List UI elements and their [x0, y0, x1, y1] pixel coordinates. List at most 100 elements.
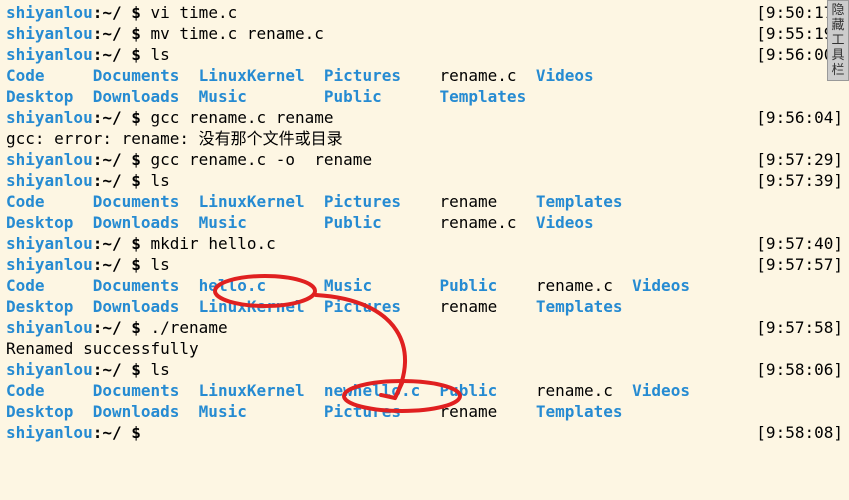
- ls-entry: Music: [199, 87, 324, 106]
- prompt-user: shiyanlou: [6, 360, 93, 379]
- ls-entry: Downloads: [93, 87, 199, 106]
- ls-entry: Videos: [536, 66, 632, 85]
- prompt-user: shiyanlou: [6, 45, 93, 64]
- ls-entry: Pictures: [324, 66, 440, 85]
- ls-entry: Code: [6, 276, 93, 295]
- line-content: shiyanlou:~/ $ vi time.c: [6, 2, 753, 23]
- command-text: mkdir hello.c: [151, 234, 276, 253]
- prompt-path: ~/: [102, 360, 121, 379]
- prompt-dollar: $: [122, 171, 151, 190]
- terminal-line: shiyanlou:~/ $ ls [9:57:57]: [6, 254, 843, 275]
- terminal-line: Renamed successfully: [6, 338, 843, 359]
- ls-entry: Templates: [440, 87, 536, 106]
- ls-entry: Pictures: [324, 402, 440, 421]
- output-text: gcc: error: rename: 没有那个文件或目录: [6, 129, 343, 148]
- terminal-line: Desktop Downloads Music Pictures rename …: [6, 401, 843, 422]
- prompt-path: ~/: [102, 171, 121, 190]
- terminal-line: Code Documents LinuxKernel newhello.c Pu…: [6, 380, 843, 401]
- ls-entry: rename.c: [536, 276, 632, 295]
- line-content: shiyanlou:~/ $ ls: [6, 44, 753, 65]
- command-text: ls: [151, 45, 170, 64]
- terminal-line: shiyanlou:~/ $ ls[9:58:06]: [6, 359, 843, 380]
- prompt-path: ~/: [102, 255, 121, 274]
- hide-toolbar-char-1: 隐: [828, 3, 848, 18]
- prompt-dollar: $: [122, 360, 151, 379]
- prompt-path: ~/: [102, 318, 121, 337]
- ls-entry: Desktop: [6, 402, 93, 421]
- ls-entry: LinuxKernel: [199, 381, 324, 400]
- ls-entry: Documents: [93, 381, 199, 400]
- prompt-user: shiyanlou: [6, 24, 93, 43]
- prompt-dollar: $: [122, 318, 151, 337]
- ls-entry: Templates: [536, 192, 632, 211]
- terminal-line: shiyanlou:~/ $ mv time.c rename.c[9:55:1…: [6, 23, 843, 44]
- command-text: ls: [151, 171, 170, 190]
- terminal-line: Desktop Downloads Music Public Templates: [6, 86, 843, 107]
- terminal-line: Desktop Downloads LinuxKernel Pictures r…: [6, 296, 843, 317]
- prompt-user: shiyanlou: [6, 255, 93, 274]
- line-content: shiyanlou:~/ $ mkdir hello.c: [6, 233, 753, 254]
- command-text: ls: [151, 360, 170, 379]
- terminal-line: Code Documents hello.c Music Public rena…: [6, 275, 843, 296]
- line-content: Code Documents LinuxKernel Pictures rena…: [6, 65, 843, 86]
- prompt-sep: :: [93, 24, 103, 43]
- prompt-sep: :: [93, 360, 103, 379]
- ls-entry: Desktop: [6, 87, 93, 106]
- ls-entry: Public: [440, 381, 536, 400]
- line-content: shiyanlou:~/ $ ls: [6, 359, 753, 380]
- timestamp: [9:57:39]: [753, 170, 843, 191]
- prompt-dollar: $: [122, 255, 151, 274]
- terminal-line: Code Documents LinuxKernel Pictures rena…: [6, 65, 843, 86]
- ls-entry: newhello.c: [324, 381, 440, 400]
- line-content: Desktop Downloads LinuxKernel Pictures r…: [6, 296, 843, 317]
- ls-entry: Downloads: [93, 297, 199, 316]
- ls-entry: Public: [324, 213, 440, 232]
- terminal-line: shiyanlou:~/ $ gcc rename.c rename[9:56:…: [6, 107, 843, 128]
- terminal-line: shiyanlou:~/ $ gcc rename.c -o rename[9:…: [6, 149, 843, 170]
- prompt-dollar: $: [122, 423, 151, 442]
- terminal-line: Code Documents LinuxKernel Pictures rena…: [6, 191, 843, 212]
- prompt-user: shiyanlou: [6, 318, 93, 337]
- line-content: shiyanlou:~/ $ gcc rename.c -o rename: [6, 149, 753, 170]
- timestamp: [9:57:40]: [753, 233, 843, 254]
- terminal-line: Desktop Downloads Music Public rename.c …: [6, 212, 843, 233]
- terminal-line: gcc: error: rename: 没有那个文件或目录: [6, 128, 843, 149]
- output-text: Renamed successfully: [6, 339, 199, 358]
- timestamp: [9:56:04]: [753, 107, 843, 128]
- ls-entry: Code: [6, 66, 93, 85]
- ls-entry: Videos: [536, 213, 632, 232]
- prompt-dollar: $: [122, 45, 151, 64]
- command-text: gcc rename.c rename: [151, 108, 334, 127]
- ls-entry: Desktop: [6, 213, 93, 232]
- ls-entry: LinuxKernel: [199, 66, 324, 85]
- ls-entry: Downloads: [93, 402, 199, 421]
- ls-entry: rename.c: [440, 213, 536, 232]
- command-text: vi time.c: [151, 3, 238, 22]
- hide-toolbar-button[interactable]: 隐 藏 工 具 栏: [827, 0, 849, 81]
- prompt-sep: :: [93, 3, 103, 22]
- ls-entry: LinuxKernel: [199, 297, 324, 316]
- prompt-user: shiyanlou: [6, 108, 93, 127]
- ls-entry: Code: [6, 192, 93, 211]
- prompt-user: shiyanlou: [6, 3, 93, 22]
- prompt-sep: :: [93, 255, 103, 274]
- prompt-path: ~/: [102, 150, 121, 169]
- prompt-path: ~/: [102, 234, 121, 253]
- prompt-dollar: $: [122, 108, 151, 127]
- line-content: Code Documents LinuxKernel newhello.c Pu…: [6, 380, 843, 401]
- line-content: Desktop Downloads Music Public rename.c …: [6, 212, 843, 233]
- ls-entry: Downloads: [93, 213, 199, 232]
- timestamp: [9:58:06]: [753, 359, 843, 380]
- hide-toolbar-char-4: 具: [828, 48, 848, 63]
- ls-entry: Public: [440, 276, 536, 295]
- prompt-sep: :: [93, 45, 103, 64]
- command-text: gcc rename.c -o rename: [151, 150, 373, 169]
- timestamp: [9:57:57]: [753, 254, 843, 275]
- ls-entry: rename: [440, 402, 536, 421]
- line-content: Desktop Downloads Music Pictures rename …: [6, 401, 843, 422]
- prompt-path: ~/: [102, 3, 121, 22]
- ls-entry: Templates: [536, 297, 632, 316]
- command-text: ls: [151, 255, 170, 274]
- terminal[interactable]: shiyanlou:~/ $ vi time.c[9:50:17]shiyanl…: [0, 0, 849, 445]
- ls-entry: rename: [440, 297, 536, 316]
